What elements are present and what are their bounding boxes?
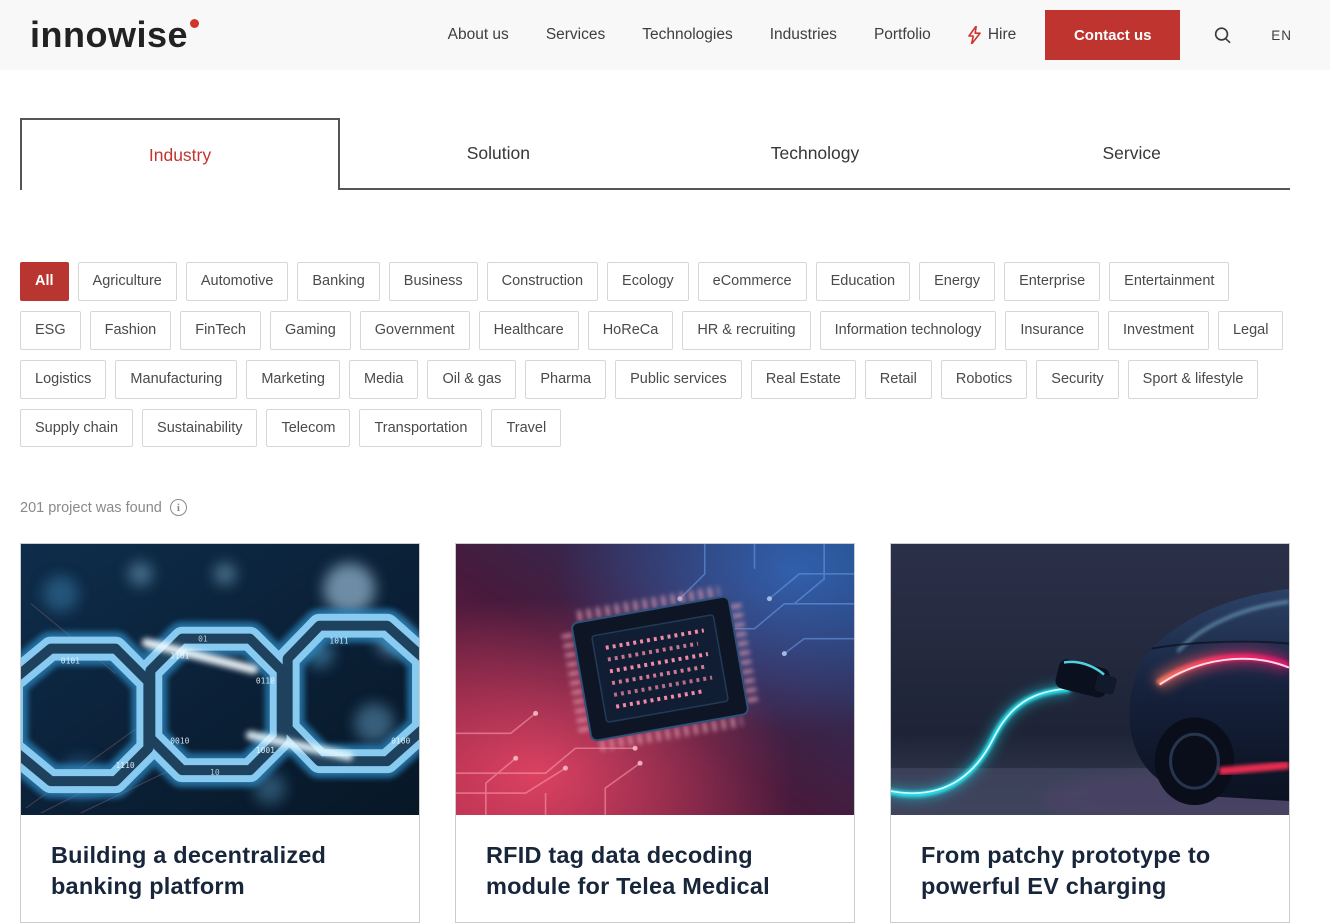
filter-chip[interactable]: Robotics xyxy=(941,360,1027,399)
filter-chip[interactable]: Oil & gas xyxy=(427,360,516,399)
lightning-bolt-icon xyxy=(968,26,981,44)
filter-chip[interactable]: Public services xyxy=(615,360,742,399)
project-card[interactable]: RFID tag data decoding module for Telea … xyxy=(455,543,855,923)
filter-chip[interactable]: Manufacturing xyxy=(115,360,237,399)
filter-chip[interactable]: Sport & lifestyle xyxy=(1128,360,1259,399)
nav-item-hire[interactable]: Hire xyxy=(968,26,1016,44)
filter-chip[interactable]: Travel xyxy=(491,409,561,448)
card-image-ev-charging xyxy=(891,544,1289,815)
filter-chip[interactable]: Agriculture xyxy=(78,262,177,301)
card-body: From patchy prototype to powerful EV cha… xyxy=(891,815,1289,902)
tab-technology[interactable]: Technology xyxy=(657,118,974,190)
filter-chip[interactable]: HR & recruiting xyxy=(682,311,810,350)
svg-text:1110: 1110 xyxy=(116,762,135,771)
filter-chip[interactable]: All xyxy=(20,262,69,301)
filter-chip[interactable]: Pharma xyxy=(525,360,606,399)
nav-items: About us Services Technologies Industries Po… xyxy=(448,26,931,44)
filter-chip[interactable]: ESG xyxy=(20,311,81,350)
filter-chip[interactable]: Fashion xyxy=(90,311,172,350)
filter-chip[interactable]: Automotive xyxy=(186,262,289,301)
filter-chip[interactable]: Transportation xyxy=(359,409,482,448)
nav-item[interactable]: About us xyxy=(448,26,509,44)
filter-chip[interactable]: FinTech xyxy=(180,311,261,350)
nav-item[interactable]: Services xyxy=(546,26,605,44)
tab-service[interactable]: Service xyxy=(973,118,1290,190)
filter-chip[interactable]: Construction xyxy=(487,262,598,301)
svg-text:0110: 0110 xyxy=(256,677,275,686)
filter-chip[interactable]: HoReCa xyxy=(588,311,674,350)
filter-chip[interactable]: Business xyxy=(389,262,478,301)
filter-chip[interactable]: Education xyxy=(816,262,911,301)
project-cards: 11010110 00101001 01011110 10110100 0110… xyxy=(20,543,1330,923)
filter-chip[interactable]: Real Estate xyxy=(751,360,856,399)
svg-text:0100: 0100 xyxy=(391,737,410,746)
svg-text:0101: 0101 xyxy=(61,657,80,666)
search-icon[interactable] xyxy=(1211,24,1234,47)
logo[interactable]: innowise xyxy=(30,17,199,53)
filter-chip[interactable]: Investment xyxy=(1108,311,1209,350)
logo-dot-icon xyxy=(190,19,199,28)
industry-filter-chips: AllAgricultureAutomotiveBanking BusinessC… xyxy=(20,262,1290,447)
filter-chip[interactable]: Media xyxy=(349,360,419,399)
filter-chip[interactable]: Government xyxy=(360,311,470,350)
card-body: RFID tag data decoding module for Telea … xyxy=(456,815,854,902)
card-image-blockchain: 11010110 00101001 01011110 10110100 0110 xyxy=(21,544,419,815)
nav-item[interactable]: Technologies xyxy=(642,26,732,44)
filter-chip[interactable]: Security xyxy=(1036,360,1118,399)
hire-label: Hire xyxy=(988,26,1016,44)
svg-text:01: 01 xyxy=(198,635,208,644)
filter-chip[interactable]: Retail xyxy=(865,360,932,399)
language-selector[interactable]: EN xyxy=(1271,28,1292,43)
nav-item[interactable]: Portfolio xyxy=(874,26,931,44)
nav-item[interactable]: Industries xyxy=(770,26,837,44)
header: innowise About us Services Technologies Ind… xyxy=(0,0,1330,70)
filter-chip[interactable]: Information technology xyxy=(820,311,997,350)
card-image-circuit-chip xyxy=(456,544,854,815)
filter-chip[interactable]: Gaming xyxy=(270,311,351,350)
svg-text:1011: 1011 xyxy=(329,637,348,646)
tab-industry[interactable]: Industry xyxy=(20,118,340,190)
filter-chip[interactable]: Energy xyxy=(919,262,995,301)
filter-chip[interactable]: Entertainment xyxy=(1109,262,1229,301)
filter-chip[interactable]: Ecology xyxy=(607,262,689,301)
results-count-text: 201 project was found xyxy=(20,500,162,516)
filter-chip[interactable]: Sustainability xyxy=(142,409,257,448)
svg-text:1001: 1001 xyxy=(256,747,275,756)
results-count: 201 project was found i xyxy=(20,499,1330,516)
filter-chip[interactable]: Marketing xyxy=(246,360,340,399)
project-card[interactable]: From patchy prototype to powerful EV cha… xyxy=(890,543,1290,923)
card-title: Building a decentralized banking platfor… xyxy=(51,840,389,902)
main-nav: About us Services Technologies Industries Po… xyxy=(448,10,1292,60)
filter-chip[interactable]: Healthcare xyxy=(479,311,579,350)
filter-chip[interactable]: Supply chain xyxy=(20,409,133,448)
card-body: Building a decentralized banking platfor… xyxy=(21,815,419,902)
card-title: RFID tag data decoding module for Telea … xyxy=(486,840,824,902)
svg-text:10: 10 xyxy=(210,769,220,778)
filter-chip[interactable]: Legal xyxy=(1218,311,1283,350)
filter-chip[interactable]: Logistics xyxy=(20,360,106,399)
card-title: From patchy prototype to powerful EV cha… xyxy=(921,840,1259,902)
filter-chip[interactable]: eCommerce xyxy=(698,262,807,301)
project-card[interactable]: 11010110 00101001 01011110 10110100 0110… xyxy=(20,543,420,923)
filter-chip[interactable]: Banking xyxy=(297,262,379,301)
filter-tabbar: Industry Solution Technology Service xyxy=(20,118,1290,190)
filter-chip[interactable]: Enterprise xyxy=(1004,262,1100,301)
contact-us-button[interactable]: Contact us xyxy=(1045,10,1180,60)
tab-solution[interactable]: Solution xyxy=(340,118,657,190)
filter-chip[interactable]: Telecom xyxy=(266,409,350,448)
info-icon[interactable]: i xyxy=(170,499,187,516)
svg-text:0010: 0010 xyxy=(170,737,189,746)
logo-text: innowise xyxy=(30,17,188,53)
filter-chip[interactable]: Insurance xyxy=(1005,311,1099,350)
